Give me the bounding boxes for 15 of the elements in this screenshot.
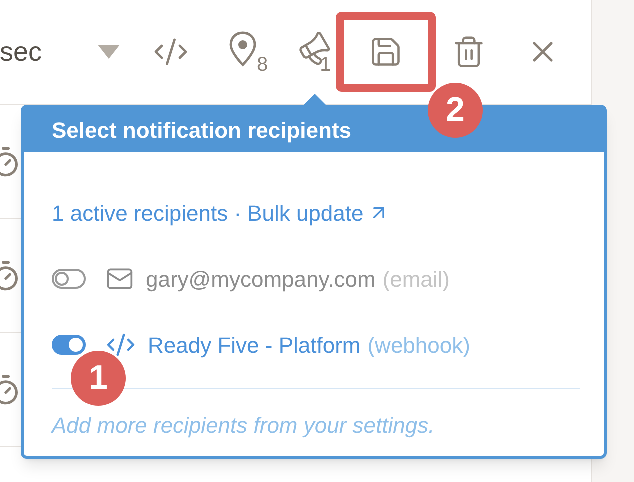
- map-pin-icon: [229, 31, 257, 67]
- notification-button[interactable]: 1: [298, 29, 336, 75]
- active-count: 1 active recipients ·: [52, 200, 242, 228]
- recipient-name: Ready Five - Platform: [148, 332, 361, 360]
- popover-title: Select notification recipients: [52, 116, 352, 145]
- recipient-name: gary@mycompany.com: [146, 266, 376, 294]
- location-button[interactable]: 8: [229, 29, 268, 75]
- record-title: sec: [0, 36, 44, 69]
- dropdown-triangle-icon[interactable]: [97, 44, 121, 60]
- toggle-switch[interactable]: [52, 269, 86, 289]
- recipient-type: (webhook): [368, 332, 470, 360]
- bulk-update-link[interactable]: Bulk update: [248, 196, 390, 230]
- settings-hint: Add more recipients from your settings.: [52, 412, 436, 440]
- toggle-switch[interactable]: [52, 335, 86, 355]
- recipient-type: (email): [382, 266, 450, 294]
